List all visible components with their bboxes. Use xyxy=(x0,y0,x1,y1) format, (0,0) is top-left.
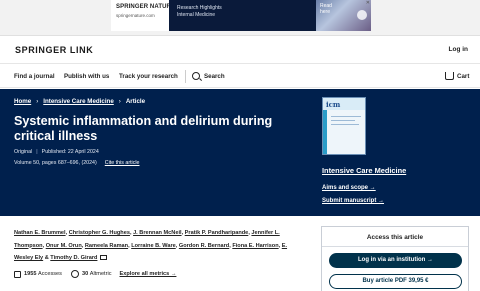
article-title: Systemic inflammation and delirium durin… xyxy=(14,114,273,143)
submit-manuscript-link[interactable]: Submit manuscript → xyxy=(322,198,384,204)
meta-divider: | xyxy=(36,149,38,155)
access-divider xyxy=(322,246,468,247)
ad-arrow-icon xyxy=(357,10,367,20)
article-type: Original xyxy=(14,149,33,155)
search-icon[interactable] xyxy=(192,72,200,80)
breadcrumb: Home › Intensive Care Medicine › Article xyxy=(14,98,145,105)
author-link[interactable]: Onur M. Orun xyxy=(46,243,82,249)
nav-divider xyxy=(185,70,186,83)
aims-scope-link[interactable]: Aims and scope → xyxy=(322,185,376,191)
author-link[interactable]: J. Brennan McNeil xyxy=(133,230,182,236)
access-box: Access this article Log in via an instit… xyxy=(321,226,469,291)
author-link[interactable]: Gordon R. Bernard xyxy=(179,243,229,249)
author-link[interactable]: Thompson xyxy=(14,243,43,249)
article-meta: Original | Published: 22 April 2024 xyxy=(14,149,99,155)
ad-headline-2: Internal Medicine xyxy=(177,12,216,18)
article-metrics: 1955 Accesses 30 Altmetric Explore all m… xyxy=(14,270,176,278)
main-nav: Find a journal Publish with us Track you… xyxy=(0,65,480,88)
author-link[interactable]: Nathan E. Brummel xyxy=(14,230,66,236)
author-link[interactable]: Rameela Raman xyxy=(85,243,128,249)
author-link[interactable]: Fiona E. Harrison xyxy=(232,243,278,249)
accesses-count: 1955 xyxy=(24,271,37,277)
author-line: Nathan E. Brummel, Christopher G. Hughes… xyxy=(14,230,280,236)
brand-bar: SPRINGER LINK Log in xyxy=(0,37,480,64)
institution-login-button[interactable]: Log in via an institution → xyxy=(329,253,462,268)
accesses-label: Accesses xyxy=(38,271,62,277)
author-line: Wesley Ely & Timothy D. Girard xyxy=(14,252,304,265)
explore-metrics-link[interactable]: Explore all metrics → xyxy=(120,271,177,277)
ad-banner: SPRINGER NATURE springernature.com Resea… xyxy=(0,0,480,36)
ad-creative[interactable]: SPRINGER NATURE springernature.com Resea… xyxy=(111,0,371,31)
author-list: Nathan E. Brummel, Christopher G. Hughes… xyxy=(14,227,304,265)
access-title: Access this article xyxy=(366,234,424,241)
springer-link-logo[interactable]: SPRINGER LINK xyxy=(15,45,93,55)
ad-headline-panel: Research Highlights Internal Medicine xyxy=(169,0,316,31)
cover-text-line xyxy=(331,116,361,117)
buy-article-button[interactable]: Buy article PDF 39,95 € xyxy=(329,274,462,289)
altmetric-icon xyxy=(70,270,79,278)
author-link[interactable]: Jennifer L. xyxy=(251,230,279,236)
breadcrumb-current: Article xyxy=(125,98,146,105)
ad-headline-1: Research Highlights xyxy=(177,5,222,11)
author-link[interactable]: Lorraine B. Ware xyxy=(131,243,176,249)
author-link[interactable]: Pratik P. Pandharipande xyxy=(185,230,249,236)
cover-text-line xyxy=(331,120,355,121)
article-volume: Volume 50, pages 687–696, (2024) xyxy=(14,160,97,166)
nav-search[interactable]: Search xyxy=(204,73,225,80)
article-header: Home › Intensive Care Medicine › Article Sys… xyxy=(0,89,480,216)
breadcrumb-journal[interactable]: Intensive Care Medicine xyxy=(43,98,114,105)
cart-icon[interactable] xyxy=(445,72,454,80)
ad-cta-line-2: here xyxy=(320,9,331,15)
nav-track[interactable]: Track your research xyxy=(119,73,178,80)
article-volume-line: Volume 50, pages 687–696, (2024) Cite thi… xyxy=(14,160,140,166)
nav-publish[interactable]: Publish with us xyxy=(64,73,109,80)
login-link[interactable]: Log in xyxy=(449,46,469,53)
ad-close-icon[interactable]: ✕ xyxy=(366,0,370,6)
email-icon[interactable] xyxy=(100,254,108,260)
ad-url: springernature.com xyxy=(116,13,155,18)
breadcrumb-home[interactable]: Home xyxy=(14,98,31,105)
ad-cta[interactable]: Read here xyxy=(320,3,332,15)
author-link[interactable]: Wesley Ely xyxy=(14,255,43,261)
altmetric-count: 30 xyxy=(81,271,89,277)
article-published: Published: 22 April 2024 xyxy=(41,149,99,155)
cover-text-line xyxy=(331,124,359,125)
ad-brand-panel: SPRINGER NATURE springernature.com xyxy=(111,0,176,31)
journal-name-link[interactable]: Intensive Care Medicine xyxy=(322,166,406,175)
journal-cover[interactable]: ICM xyxy=(322,97,366,155)
author-link[interactable]: Christopher G. Hughes xyxy=(69,230,130,236)
author-link[interactable]: E. xyxy=(282,243,287,249)
author-line: Thompson, Onur M. Orun, Rameela Raman, L… xyxy=(14,242,288,249)
cite-link[interactable]: Cite this article xyxy=(105,160,140,166)
altmetric-label: Altmetric xyxy=(89,271,112,277)
accesses-icon xyxy=(14,270,21,278)
nav-find-journal[interactable]: Find a journal xyxy=(14,73,55,80)
cover-logo: ICM xyxy=(326,100,341,109)
nav-cart[interactable]: Cart xyxy=(457,73,469,80)
chevron-right-icon: › xyxy=(118,98,121,105)
ad-brand: SPRINGER NATURE xyxy=(116,4,176,10)
author-link[interactable]: Timothy D. Girard xyxy=(50,255,97,261)
chevron-right-icon: › xyxy=(36,98,39,105)
cover-stripe xyxy=(323,110,327,154)
ad-image[interactable]: Read here ✕ xyxy=(316,0,371,31)
